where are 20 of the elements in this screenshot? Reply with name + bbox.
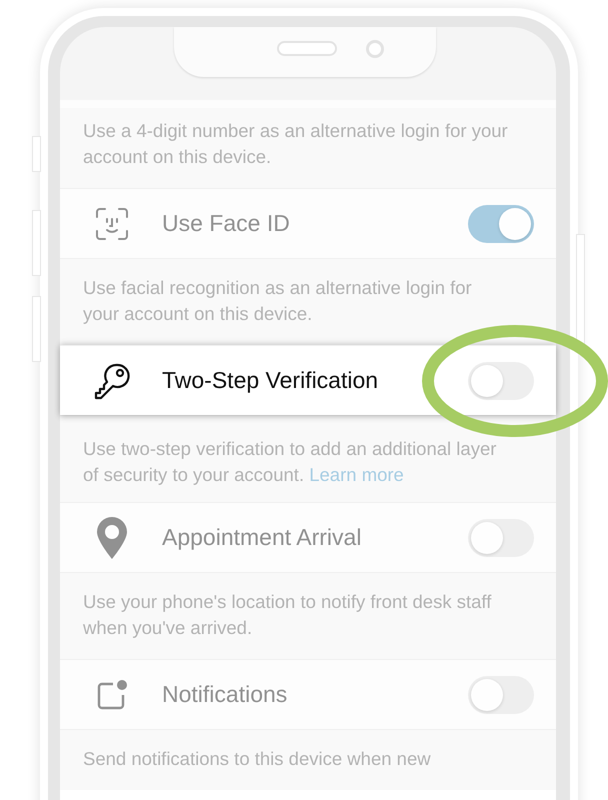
setting-description: Use two-step verification to add an additional layer of security to your account. Learn more <box>83 437 498 487</box>
toggle-switch[interactable] <box>468 204 534 242</box>
setting-description: Use a 4-digit number as an alternative login for your account on this device. <box>83 119 508 169</box>
setting-label: Notifications <box>162 681 288 708</box>
speaker-icon <box>277 41 337 56</box>
toggle-switch[interactable] <box>468 676 534 714</box>
camera-icon <box>366 40 384 58</box>
setting-description: Send notifications to this device when new <box>83 747 432 771</box>
setting-description: Use facial recognition as an alternative login for your account on this device. <box>83 276 473 326</box>
notification-badge-icon <box>96 678 128 710</box>
learn-more-link[interactable]: Learn more <box>309 464 404 485</box>
location-pin-icon <box>97 516 127 558</box>
setting-description: Use your phone's location to notify front desk staff when you've arrived. <box>83 590 492 640</box>
face-scan-icon <box>95 206 129 240</box>
toggle-switch[interactable] <box>468 518 534 556</box>
toggle-switch[interactable] <box>468 362 534 400</box>
key-icon <box>93 362 131 400</box>
setting-label: Use Face ID <box>162 210 291 237</box>
setting-label: Appointment Arrival <box>162 524 362 551</box>
setting-label: Two-Step Verification <box>162 367 380 394</box>
